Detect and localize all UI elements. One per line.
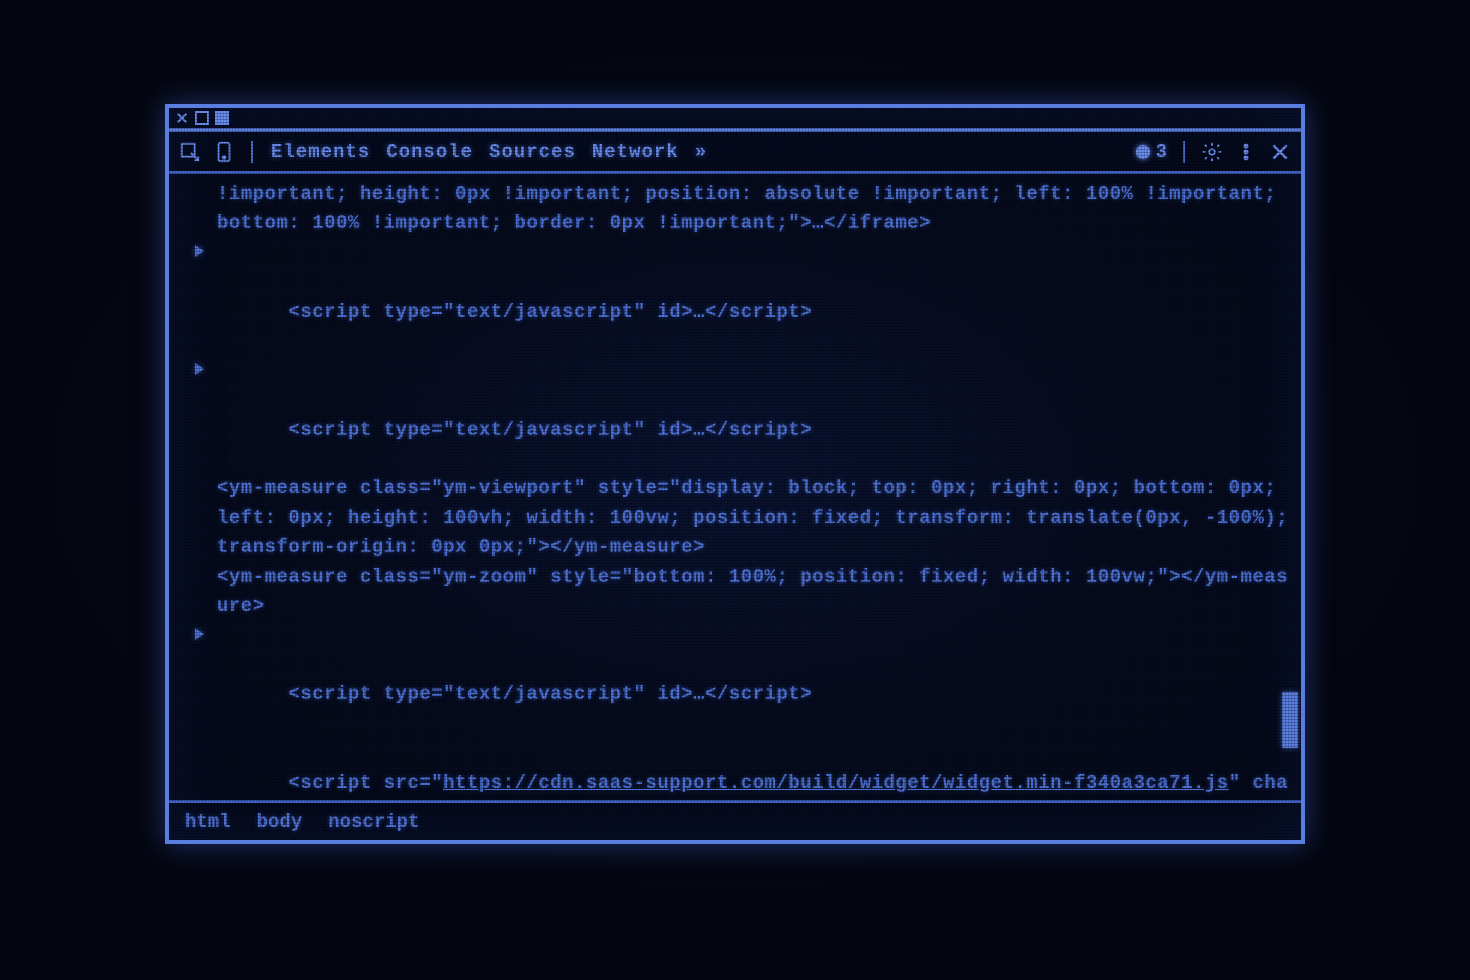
tab-elements[interactable]: Elements	[269, 137, 372, 167]
dom-node-script[interactable]: <script type="text/javascript" id>…</scr…	[195, 622, 1289, 740]
breadcrumb-item[interactable]: noscript	[328, 811, 419, 833]
dom-node-iframe-styles[interactable]: !important; height: 0px !important; posi…	[195, 180, 1289, 239]
breadcrumb-item[interactable]: body	[257, 811, 303, 833]
expand-triangle-icon[interactable]	[195, 363, 204, 375]
titlebar-minimize-icon[interactable]	[215, 111, 229, 125]
more-menu-icon[interactable]	[1235, 141, 1257, 163]
issues-dot-icon	[1136, 145, 1150, 159]
expand-triangle-icon[interactable]	[195, 628, 204, 640]
breadcrumb-item[interactable]: html	[185, 811, 231, 833]
tab-console[interactable]: Console	[384, 137, 475, 167]
dom-node-ym-zoom[interactable]: <ym-measure class="ym-zoom" style="botto…	[195, 563, 1289, 622]
expand-triangle-icon[interactable]	[195, 245, 204, 257]
dom-node-script-external[interactable]: <script src="https://cdn.saas-support.co…	[195, 739, 1289, 800]
issues-badge[interactable]: 3	[1136, 141, 1167, 163]
dom-node-ym-viewport[interactable]: <ym-measure class="ym-viewport" style="d…	[195, 474, 1289, 562]
settings-icon[interactable]	[1201, 141, 1223, 163]
dom-text: <script type="text/javascript" id>…</scr…	[288, 683, 812, 705]
tab-network[interactable]: Network	[590, 137, 681, 167]
dom-breadcrumb: html body noscript	[169, 800, 1301, 840]
dom-text: <script type="text/javascript" id>…</scr…	[288, 419, 812, 441]
elements-tree[interactable]: !important; height: 0px !important; posi…	[169, 174, 1301, 800]
devtools-toolbar: Elements Console Sources Network » 3	[169, 132, 1301, 174]
devtools-window: Elements Console Sources Network » 3 !im…	[165, 104, 1305, 844]
device-toggle-icon[interactable]	[213, 141, 235, 163]
issues-count: 3	[1156, 141, 1167, 163]
more-tabs-button[interactable]: »	[693, 137, 709, 167]
close-panel-icon[interactable]	[1269, 141, 1291, 163]
tab-sources[interactable]: Sources	[487, 137, 578, 167]
titlebar-maximize-icon[interactable]	[195, 111, 209, 125]
dom-node-script[interactable]: <script type="text/javascript" id>…</scr…	[195, 357, 1289, 475]
titlebar-close-icon[interactable]	[175, 111, 189, 125]
dom-text: <script src="	[288, 772, 443, 794]
scrollbar-thumb[interactable]	[1282, 692, 1298, 748]
dom-node-script[interactable]: <script type="text/javascript" id>…</scr…	[195, 239, 1289, 357]
toolbar-divider	[251, 141, 253, 163]
inspect-icon[interactable]	[179, 141, 201, 163]
dom-text: <script type="text/javascript" id>…</scr…	[288, 301, 812, 323]
external-script-url[interactable]: https://cdn.saas-support.com/build/widge…	[443, 772, 1229, 794]
toolbar-divider	[1183, 141, 1185, 163]
window-titlebar	[169, 108, 1301, 132]
